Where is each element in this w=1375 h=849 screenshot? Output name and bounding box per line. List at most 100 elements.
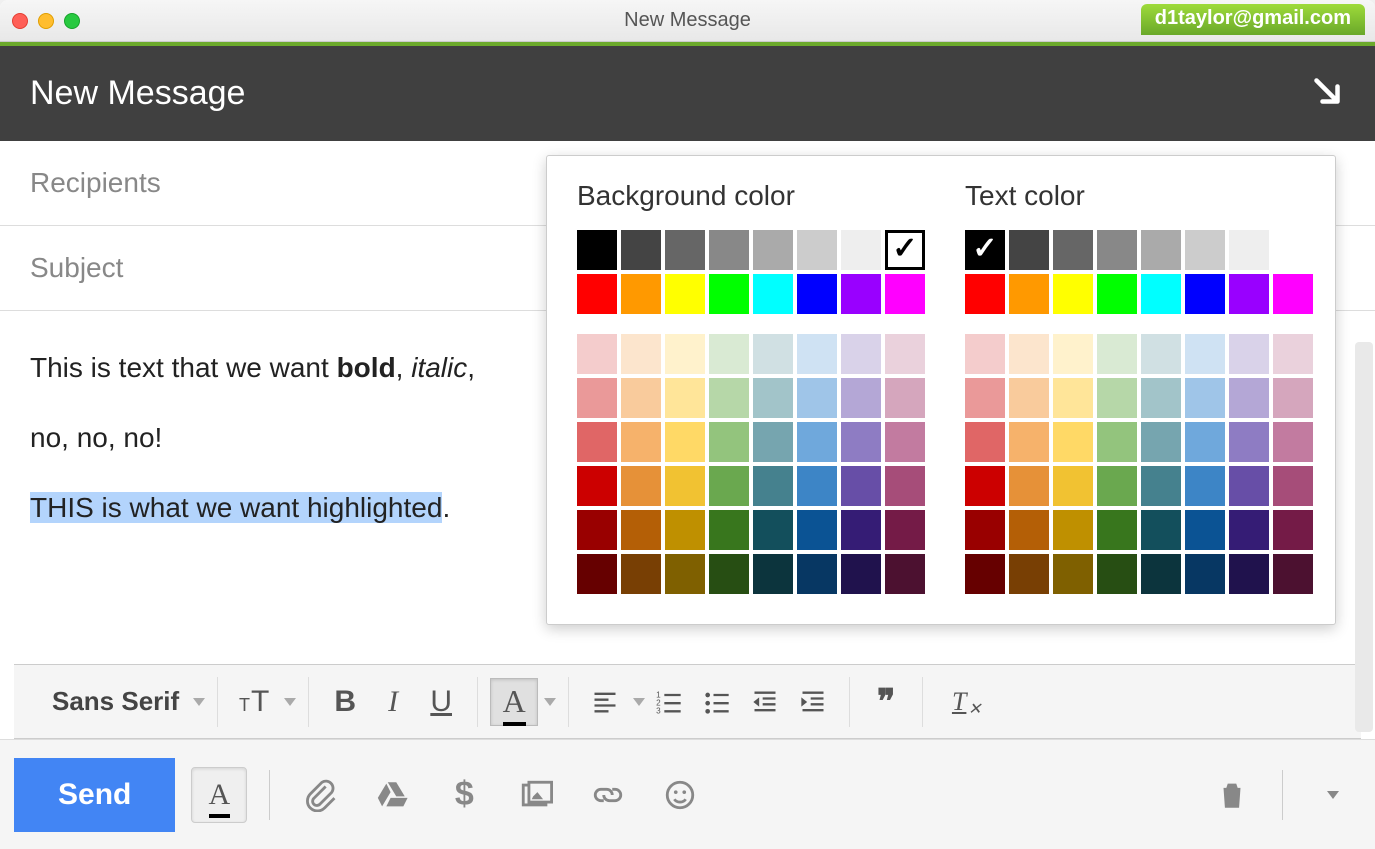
attach-file-button[interactable] [292,767,348,823]
color-swatch[interactable] [965,274,1005,314]
color-swatch[interactable] [1185,422,1225,462]
minimize-window-button[interactable] [38,13,54,29]
color-swatch[interactable] [709,554,749,594]
color-swatch[interactable] [1009,510,1049,550]
color-swatch[interactable] [577,378,617,418]
close-window-button[interactable] [12,13,28,29]
color-swatch[interactable] [1141,334,1181,374]
color-swatch[interactable] [665,554,705,594]
color-swatch[interactable] [621,510,661,550]
color-swatch[interactable] [885,378,925,418]
zoom-window-button[interactable] [64,13,80,29]
color-swatch[interactable] [1229,378,1269,418]
color-swatch[interactable] [1273,510,1313,550]
color-swatch[interactable] [709,334,749,374]
indent-less-button[interactable] [741,678,789,726]
insert-emoji-button[interactable] [652,767,708,823]
color-swatch[interactable] [1229,274,1269,314]
color-swatch[interactable] [1009,554,1049,594]
color-swatch[interactable] [621,422,661,462]
color-swatch[interactable] [1273,422,1313,462]
color-swatch[interactable] [1053,554,1093,594]
color-swatch[interactable] [621,466,661,506]
color-swatch[interactable] [965,554,1005,594]
color-swatch[interactable] [709,422,749,462]
color-swatch[interactable] [885,230,925,270]
insert-photo-button[interactable] [508,767,564,823]
font-family-select[interactable]: Sans Serif [40,673,217,731]
color-swatch[interactable] [965,510,1005,550]
color-swatch[interactable] [885,274,925,314]
account-badge[interactable]: d1taylor@gmail.com [1141,4,1365,35]
color-swatch[interactable] [1009,422,1049,462]
popout-icon[interactable] [1309,73,1345,114]
color-swatch[interactable] [841,274,881,314]
color-swatch[interactable] [1273,378,1313,418]
color-swatch[interactable] [1229,554,1269,594]
color-swatch[interactable] [1141,510,1181,550]
color-swatch[interactable] [1229,334,1269,374]
color-swatch[interactable] [1141,230,1181,270]
color-swatch[interactable] [965,230,1005,270]
color-swatch[interactable] [841,554,881,594]
color-swatch[interactable] [1141,274,1181,314]
color-swatch[interactable] [1229,230,1269,270]
color-swatch[interactable] [1053,274,1093,314]
numbered-list-button[interactable]: 123 [645,678,693,726]
color-swatch[interactable] [841,466,881,506]
color-swatch[interactable] [665,230,705,270]
text-color-button[interactable]: A [490,678,538,726]
color-swatch[interactable] [797,422,837,462]
insert-link-button[interactable] [580,767,636,823]
color-swatch[interactable] [1053,422,1093,462]
color-swatch[interactable] [1229,510,1269,550]
insert-drive-button[interactable] [364,767,420,823]
color-swatch[interactable] [753,510,793,550]
color-swatch[interactable] [797,378,837,418]
color-swatch[interactable] [621,378,661,418]
color-swatch[interactable] [1229,466,1269,506]
color-swatch[interactable] [1185,230,1225,270]
insert-money-button[interactable]: $ [436,767,492,823]
color-swatch[interactable] [577,274,617,314]
color-swatch[interactable] [577,466,617,506]
formatting-toggle-button[interactable]: A [191,767,247,823]
color-swatch[interactable] [797,274,837,314]
color-swatch[interactable] [577,230,617,270]
color-swatch[interactable] [1097,554,1137,594]
color-swatch[interactable] [965,378,1005,418]
color-swatch[interactable] [577,334,617,374]
color-swatch[interactable] [1141,422,1181,462]
color-swatch[interactable] [621,554,661,594]
underline-button[interactable]: U [417,678,465,726]
color-swatch[interactable] [621,334,661,374]
color-swatch[interactable] [885,466,925,506]
color-swatch[interactable] [709,378,749,418]
color-swatch[interactable] [753,466,793,506]
color-swatch[interactable] [577,554,617,594]
color-swatch[interactable] [1053,378,1093,418]
color-swatch[interactable] [1141,466,1181,506]
color-swatch[interactable] [1009,466,1049,506]
align-button[interactable] [581,678,629,726]
bold-button[interactable]: B [321,678,369,726]
color-swatch[interactable] [709,230,749,270]
color-swatch[interactable] [1009,274,1049,314]
remove-formatting-button[interactable]: T✕ [935,678,983,726]
color-swatch[interactable] [797,334,837,374]
color-swatch[interactable] [1273,334,1313,374]
color-swatch[interactable] [965,466,1005,506]
color-swatch[interactable] [1185,510,1225,550]
color-swatch[interactable] [1273,274,1313,314]
color-swatch[interactable] [965,422,1005,462]
color-swatch[interactable] [709,466,749,506]
color-swatch[interactable] [1141,378,1181,418]
color-swatch[interactable] [665,466,705,506]
indent-more-button[interactable] [789,678,837,726]
color-swatch[interactable] [1053,334,1093,374]
color-swatch[interactable] [753,422,793,462]
color-swatch[interactable] [885,554,925,594]
color-swatch[interactable] [885,422,925,462]
color-swatch[interactable] [1097,378,1137,418]
color-swatch[interactable] [797,510,837,550]
